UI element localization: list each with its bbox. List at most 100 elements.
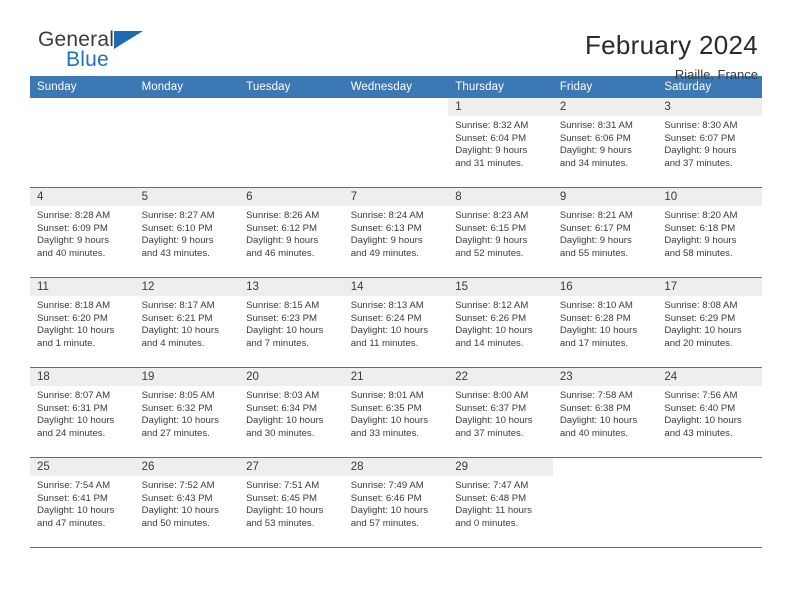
calendar-day-cell[interactable]: 28 Sunrise: 7:49 AM Sunset: 6:46 PM Dayligh…	[343, 457, 449, 548]
sunrise-text: Sunrise: 8:23 AM	[455, 210, 529, 221]
day-number: 9	[552, 188, 658, 206]
calendar-day-cell[interactable]	[30, 98, 135, 188]
calendar-day-cell[interactable]	[552, 457, 658, 548]
day-cell: 3 Sunrise: 8:30 AM Sunset: 6:07 PM Daylight…	[657, 98, 762, 187]
sunrise-text: Sunrise: 8:00 AM	[455, 390, 529, 401]
day-sun-info: Sunrise: 8:27 AM Sunset: 6:10 PM Daylight:…	[135, 206, 240, 260]
day-number: 19	[134, 368, 240, 386]
day-number: 6	[239, 188, 344, 206]
daylight-text-line2: and 46 minutes.	[246, 247, 315, 259]
day-sun-info: Sunrise: 8:31 AM Sunset: 6:06 PM Daylight:…	[553, 116, 658, 170]
daylight-text-line1: Daylight: 9 hours	[455, 235, 528, 247]
day-number: 20	[239, 368, 344, 386]
page-header: General Blue February 2024 Riaille, Fran…	[0, 0, 792, 82]
day-number: 21	[343, 368, 449, 386]
daylight-text-line1: Daylight: 10 hours	[350, 505, 429, 517]
weekday-header-sunday: Sunday	[30, 76, 135, 98]
day-number: 3	[657, 98, 762, 116]
sunset-text: Sunset: 6:17 PM	[559, 222, 631, 234]
calendar-day-cell[interactable]: 8 Sunrise: 8:23 AM Sunset: 6:15 PM Daylight…	[448, 187, 553, 278]
header-titles: February 2024 Riaille, France	[585, 28, 758, 82]
calendar-day-cell[interactable]: 2 Sunrise: 8:31 AM Sunset: 6:06 PM Daylight…	[552, 98, 658, 188]
day-cell: 24 Sunrise: 7:56 AM Sunset: 6:40 PM Dayligh…	[657, 368, 762, 457]
daylight-text-line2: and 33 minutes.	[350, 427, 419, 439]
calendar-day-cell[interactable]: 13 Sunrise: 8:15 AM Sunset: 6:23 PM Dayligh…	[239, 277, 344, 368]
sunset-text: Sunset: 6:43 PM	[141, 492, 213, 504]
calendar-day-cell[interactable]: 24 Sunrise: 7:56 AM Sunset: 6:40 PM Dayligh…	[657, 367, 762, 458]
sunrise-text: Sunrise: 8:12 AM	[455, 300, 529, 311]
day-cell: 26 Sunrise: 7:52 AM Sunset: 6:43 PM Dayligh…	[134, 458, 240, 547]
daylight-text-line2: and 50 minutes.	[141, 517, 210, 529]
calendar-day-cell[interactable]: 17 Sunrise: 8:08 AM Sunset: 6:29 PM Dayligh…	[657, 277, 762, 368]
day-sun-info: Sunrise: 8:20 AM Sunset: 6:18 PM Daylight:…	[657, 206, 762, 260]
calendar-day-cell[interactable]: 25 Sunrise: 7:54 AM Sunset: 6:41 PM Dayligh…	[30, 457, 135, 548]
day-number: 29	[448, 458, 553, 476]
calendar-day-cell[interactable]: 3 Sunrise: 8:30 AM Sunset: 6:07 PM Daylight…	[657, 98, 762, 188]
day-cell: 9 Sunrise: 8:21 AM Sunset: 6:17 PM Daylight…	[552, 188, 658, 277]
day-cell: 20 Sunrise: 8:03 AM Sunset: 6:34 PM Dayligh…	[239, 368, 344, 457]
calendar-day-cell[interactable]: 18 Sunrise: 8:07 AM Sunset: 6:31 PM Dayligh…	[30, 367, 135, 458]
calendar-day-cell[interactable]: 16 Sunrise: 8:10 AM Sunset: 6:28 PM Dayligh…	[552, 277, 658, 368]
calendar-day-cell[interactable]: 5 Sunrise: 8:27 AM Sunset: 6:10 PM Daylight…	[134, 187, 240, 278]
day-number: 28	[343, 458, 449, 476]
sunrise-text: Sunrise: 8:15 AM	[246, 300, 320, 311]
calendar-day-cell[interactable]: 27 Sunrise: 7:51 AM Sunset: 6:45 PM Dayligh…	[239, 457, 344, 548]
daylight-text-line1: Daylight: 10 hours	[141, 415, 219, 427]
day-number: 17	[657, 278, 762, 296]
day-sun-info: Sunrise: 7:58 AM Sunset: 6:38 PM Daylight:…	[553, 386, 658, 440]
sunrise-text: Sunrise: 8:05 AM	[141, 390, 215, 401]
calendar-body: 1 Sunrise: 8:32 AM Sunset: 6:04 PM Daylight…	[30, 98, 762, 548]
calendar-day-cell[interactable]: 1 Sunrise: 8:32 AM Sunset: 6:04 PM Daylight…	[448, 98, 553, 188]
sunset-text: Sunset: 6:31 PM	[37, 402, 108, 414]
day-sun-info: Sunrise: 8:10 AM Sunset: 6:28 PM Daylight:…	[553, 296, 658, 350]
calendar-day-cell[interactable]	[343, 98, 449, 188]
general-blue-logo[interactable]: General Blue	[38, 28, 158, 76]
calendar-day-cell[interactable]: 4 Sunrise: 8:28 AM Sunset: 6:09 PM Daylight…	[30, 187, 135, 278]
calendar-day-cell[interactable]: 9 Sunrise: 8:21 AM Sunset: 6:17 PM Daylight…	[552, 187, 658, 278]
calendar-day-cell[interactable]	[239, 98, 344, 188]
sunset-text: Sunset: 6:12 PM	[246, 222, 318, 234]
day-number: 23	[552, 368, 658, 386]
day-number: 14	[343, 278, 449, 296]
daylight-text-line2: and 11 minutes.	[350, 337, 419, 349]
logo-text-blue: Blue	[66, 48, 109, 71]
day-sun-info: Sunrise: 7:56 AM Sunset: 6:40 PM Daylight:…	[657, 386, 762, 440]
calendar-day-cell[interactable]: 6 Sunrise: 8:26 AM Sunset: 6:12 PM Daylight…	[239, 187, 344, 278]
calendar-day-cell[interactable]: 21 Sunrise: 8:01 AM Sunset: 6:35 PM Dayligh…	[343, 367, 449, 458]
sunrise-text: Sunrise: 8:08 AM	[664, 300, 738, 311]
day-number	[553, 458, 658, 476]
calendar-day-cell[interactable]: 26 Sunrise: 7:52 AM Sunset: 6:43 PM Dayligh…	[134, 457, 240, 548]
calendar-day-cell[interactable]: 12 Sunrise: 8:17 AM Sunset: 6:21 PM Dayligh…	[134, 277, 240, 368]
sunrise-text: Sunrise: 8:01 AM	[350, 390, 424, 401]
calendar-day-cell[interactable]: 7 Sunrise: 8:24 AM Sunset: 6:13 PM Daylight…	[343, 187, 449, 278]
sunset-text: Sunset: 6:41 PM	[37, 492, 108, 504]
daylight-text-line1: Daylight: 10 hours	[455, 415, 533, 427]
calendar-day-cell[interactable]: 14 Sunrise: 8:13 AM Sunset: 6:24 PM Dayligh…	[343, 277, 449, 368]
daylight-text-line2: and 17 minutes.	[559, 337, 629, 349]
day-cell: 19 Sunrise: 8:05 AM Sunset: 6:32 PM Dayligh…	[134, 368, 240, 457]
calendar-day-cell[interactable]: 15 Sunrise: 8:12 AM Sunset: 6:26 PM Dayligh…	[448, 277, 553, 368]
empty-day-cell	[135, 98, 240, 187]
calendar-day-cell[interactable]: 19 Sunrise: 8:05 AM Sunset: 6:32 PM Dayligh…	[134, 367, 240, 458]
calendar-day-cell[interactable]: 11 Sunrise: 8:18 AM Sunset: 6:20 PM Dayligh…	[30, 277, 135, 368]
sunrise-text: Sunrise: 8:20 AM	[664, 210, 738, 221]
calendar-grid-wrapper: Sunday Monday Tuesday Wednesday Thursday…	[30, 76, 762, 548]
sunset-text: Sunset: 6:07 PM	[664, 132, 736, 144]
sunset-text: Sunset: 6:15 PM	[455, 222, 527, 234]
daylight-text-line2: and 37 minutes.	[664, 157, 733, 169]
calendar-day-cell[interactable]: 22 Sunrise: 8:00 AM Sunset: 6:37 PM Dayligh…	[448, 367, 553, 458]
day-cell: 28 Sunrise: 7:49 AM Sunset: 6:46 PM Dayligh…	[343, 458, 449, 547]
calendar-day-cell[interactable]: 20 Sunrise: 8:03 AM Sunset: 6:34 PM Dayligh…	[239, 367, 344, 458]
calendar-day-cell[interactable]	[134, 98, 240, 188]
calendar-day-cell[interactable]	[657, 457, 762, 548]
sunset-text: Sunset: 6:10 PM	[141, 222, 213, 234]
daylight-text-line2: and 0 minutes.	[455, 517, 519, 529]
calendar-day-cell[interactable]: 23 Sunrise: 7:58 AM Sunset: 6:38 PM Dayligh…	[552, 367, 658, 458]
calendar-day-cell[interactable]: 10 Sunrise: 8:20 AM Sunset: 6:18 PM Dayligh…	[657, 187, 762, 278]
daylight-text-line1: Daylight: 10 hours	[350, 325, 429, 337]
day-number: 16	[552, 278, 658, 296]
daylight-text-line1: Daylight: 10 hours	[455, 325, 533, 337]
calendar-day-cell[interactable]: 29 Sunrise: 7:47 AM Sunset: 6:48 PM Dayligh…	[448, 457, 553, 548]
daylight-text-line2: and 27 minutes.	[141, 427, 210, 439]
day-sun-info: Sunrise: 7:51 AM Sunset: 6:45 PM Daylight:…	[239, 476, 344, 530]
